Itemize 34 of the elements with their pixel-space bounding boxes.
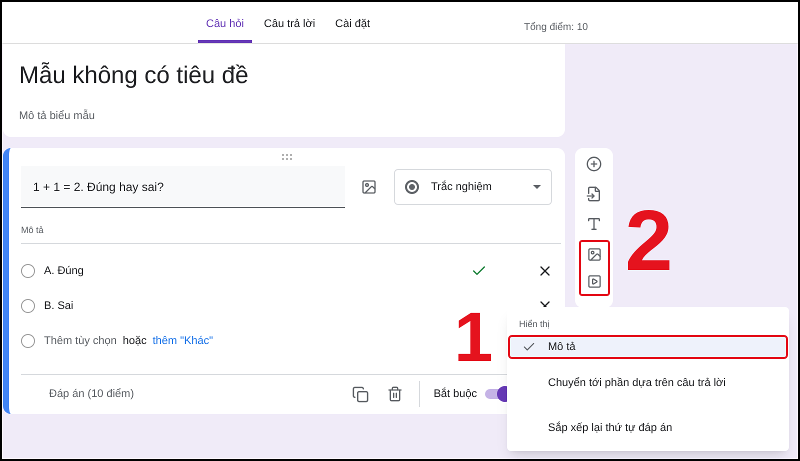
answer-key-link[interactable]: Đáp án (10 điểm) xyxy=(49,386,352,402)
caret-icon xyxy=(533,185,541,189)
annotation-number: 1 xyxy=(454,302,493,372)
form-description-field[interactable]: Mô tả biểu mẫu xyxy=(19,108,549,124)
image-icon[interactable] xyxy=(361,179,377,195)
menu-item[interactable]: Chuyển tới phần dựa trên câu trả lời xyxy=(508,365,788,402)
drag-handle-icon[interactable] xyxy=(282,154,292,160)
question-description-field[interactable]: Mô tả xyxy=(21,224,561,244)
title-text-icon[interactable] xyxy=(586,216,602,232)
radio-button[interactable] xyxy=(21,299,35,313)
menu-item[interactable]: Sắp xếp lại thứ tự đáp án xyxy=(508,406,788,451)
annotation-number: 2 xyxy=(625,198,673,284)
radio-button[interactable] xyxy=(21,264,35,278)
or-text: hoặc xyxy=(122,334,147,349)
tab[interactable]: Cài đặt xyxy=(327,16,378,43)
video-icon[interactable] xyxy=(586,274,602,289)
image-icon[interactable] xyxy=(586,247,602,262)
add-question-icon[interactable] xyxy=(586,156,602,172)
add-other-link[interactable]: thêm "Khác" xyxy=(152,332,214,350)
question-type-label: Trắc nghiệm xyxy=(431,180,493,195)
trash-icon[interactable] xyxy=(386,386,403,402)
required-label: Bắt buộc xyxy=(434,386,477,402)
question-title-field[interactable]: 1 + 1 = 2. Đúng hay sai? xyxy=(21,166,345,208)
form-title[interactable]: Mẫu không có tiêu đề xyxy=(19,58,549,94)
total-points: Tổng điểm: 10 xyxy=(524,20,588,35)
menu-item[interactable]: Mô tả xyxy=(508,334,788,360)
option-label[interactable]: A. Đúng xyxy=(44,262,471,280)
import-icon[interactable] xyxy=(586,186,602,202)
add-option-field[interactable]: Thêm tùy chọn xyxy=(44,332,117,350)
radio-icon xyxy=(405,180,419,194)
tab[interactable]: Câu trả lời xyxy=(256,16,324,43)
menu-heading: Hiển thị xyxy=(519,318,551,331)
copy-icon[interactable] xyxy=(352,386,369,403)
question-type-dropdown[interactable]: Trắc nghiệm xyxy=(394,169,552,205)
